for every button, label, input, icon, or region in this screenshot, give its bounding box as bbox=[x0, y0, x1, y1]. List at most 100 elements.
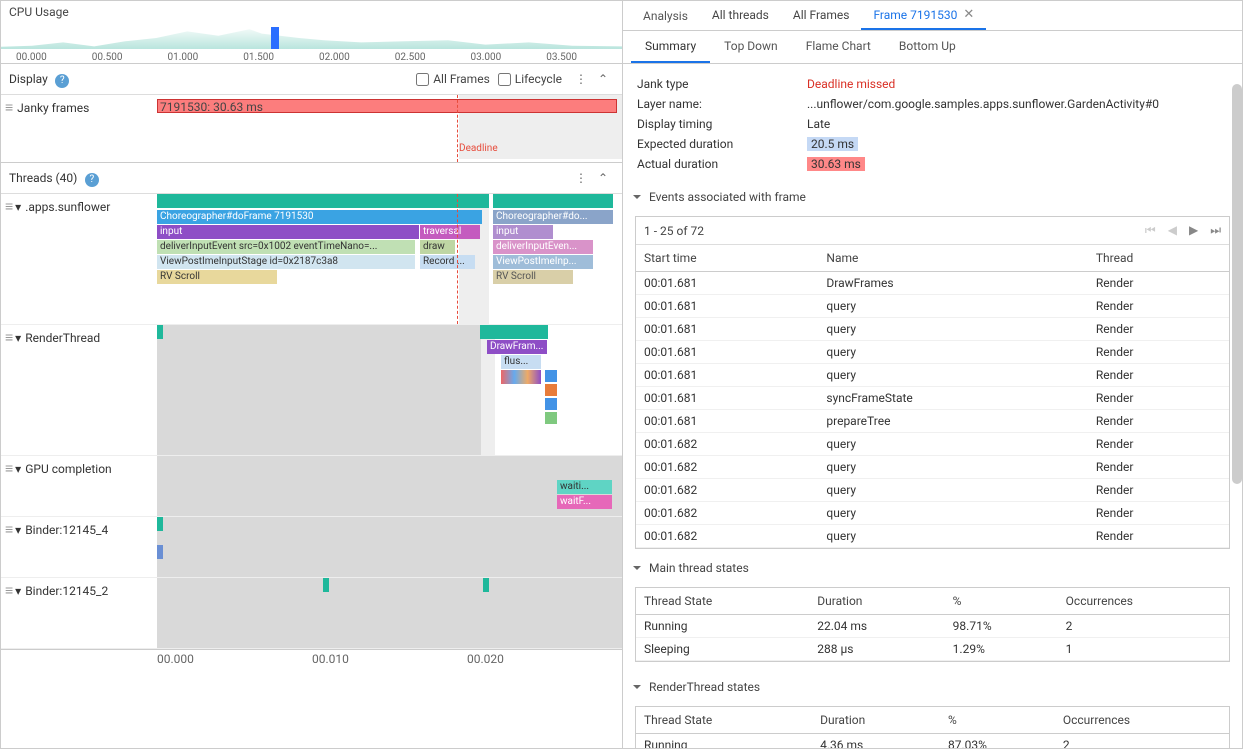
table-row[interactable]: Running22.04 ms98.71%2 bbox=[636, 615, 1229, 638]
table-row[interactable]: 00:01.681DrawFramesRender bbox=[636, 272, 1229, 295]
pager-first-icon[interactable]: ⏮ bbox=[1145, 223, 1156, 238]
lifecycle-checkbox-input[interactable] bbox=[498, 73, 511, 86]
trace-bar[interactable] bbox=[493, 194, 613, 208]
table-row[interactable]: 00:01.682queryRender bbox=[636, 525, 1229, 548]
janky-frame-bar[interactable]: 7191530: 30.63 ms bbox=[157, 99, 617, 113]
trace-bar[interactable] bbox=[157, 325, 163, 339]
table-row[interactable]: 00:01.681queryRender bbox=[636, 295, 1229, 318]
col-dur[interactable]: Duration bbox=[809, 588, 944, 615]
thread-chart-binder2[interactable] bbox=[157, 578, 622, 648]
pager-last-icon[interactable]: ⏭ bbox=[1210, 223, 1221, 238]
trace-traversal[interactable]: traversal bbox=[420, 225, 480, 239]
col-occ[interactable]: Occurrences bbox=[1058, 588, 1229, 615]
lifecycle-checkbox[interactable]: Lifecycle bbox=[498, 72, 562, 86]
trace-drawframe[interactable]: DrawFram... bbox=[487, 340, 547, 354]
cpu-selection-marker[interactable] bbox=[271, 27, 279, 49]
table-row[interactable]: 00:01.682queryRender bbox=[636, 479, 1229, 502]
trace-input[interactable]: input bbox=[157, 225, 419, 239]
main-states-caption[interactable]: Main thread states bbox=[623, 555, 1242, 581]
trace-bar[interactable] bbox=[157, 545, 163, 559]
trace-draw[interactable]: draw bbox=[420, 240, 455, 254]
render-states-caption[interactable]: RenderThread states bbox=[623, 674, 1242, 700]
more-icon[interactable]: ⋮ bbox=[570, 167, 592, 189]
pager-next-icon[interactable]: ▶ bbox=[1189, 223, 1198, 238]
drag-handle-icon[interactable]: ≡ bbox=[5, 101, 11, 115]
trace-bar[interactable] bbox=[545, 412, 557, 424]
thread-expand-icon[interactable]: ▾ bbox=[15, 200, 21, 214]
subtab-summary[interactable]: Summary bbox=[631, 31, 710, 63]
trace-input2[interactable]: input bbox=[493, 225, 553, 239]
trace-bar[interactable] bbox=[157, 517, 163, 531]
col-state[interactable]: Thread State bbox=[636, 707, 812, 734]
trace-bar[interactable] bbox=[323, 578, 329, 592]
col-pct[interactable]: % bbox=[940, 707, 1055, 734]
trace-choreographer[interactable]: Choreographer#doFrame 7191530 bbox=[157, 210, 482, 224]
janky-frames-chart[interactable]: 7191530: 30.63 ms Deadline bbox=[157, 95, 622, 162]
trace-waiti[interactable]: waiti... bbox=[557, 480, 612, 494]
events-col-thread[interactable]: Thread bbox=[1088, 245, 1229, 272]
events-col-name[interactable]: Name bbox=[818, 245, 1088, 272]
all-frames-checkbox[interactable]: All Frames bbox=[416, 72, 490, 86]
col-pct[interactable]: % bbox=[945, 588, 1058, 615]
cpu-usage-chart[interactable]: 00.000 00.500 01.000 01.500 02.000 02.50… bbox=[1, 27, 622, 63]
drag-handle-icon[interactable]: ≡ bbox=[5, 462, 11, 476]
table-row[interactable]: 00:01.681queryRender bbox=[636, 364, 1229, 387]
close-icon[interactable]: ✕ bbox=[963, 7, 974, 22]
trace-bar[interactable] bbox=[483, 578, 489, 592]
table-row[interactable]: 00:01.681prepareTreeRender bbox=[636, 410, 1229, 433]
all-frames-checkbox-input[interactable] bbox=[416, 73, 429, 86]
trace-deliverinput[interactable]: deliverInputEvent src=0x1002 eventTimeNa… bbox=[157, 240, 415, 254]
trace-deliverinput2[interactable]: deliverInputEven... bbox=[493, 240, 593, 254]
subtab-topdown[interactable]: Top Down bbox=[710, 31, 792, 63]
events-caption[interactable]: Events associated with frame bbox=[623, 184, 1242, 210]
drag-handle-icon[interactable]: ≡ bbox=[5, 200, 11, 214]
scrollbar-thumb[interactable] bbox=[1232, 84, 1242, 484]
trace-rvscroll2[interactable]: RV Scroll bbox=[493, 270, 573, 284]
more-icon[interactable]: ⋮ bbox=[570, 68, 592, 90]
drag-handle-icon[interactable]: ≡ bbox=[5, 523, 11, 537]
tab-frame[interactable]: Frame 7191530 ✕ bbox=[861, 1, 986, 30]
table-row[interactable]: 00:01.682queryRender bbox=[636, 502, 1229, 525]
tab-all-threads[interactable]: All threads bbox=[700, 2, 781, 30]
thread-chart-binder4[interactable] bbox=[157, 517, 622, 577]
collapse-icon[interactable]: ⌃ bbox=[592, 167, 614, 189]
help-icon[interactable]: ? bbox=[85, 173, 99, 187]
trace-rvscroll[interactable]: RV Scroll bbox=[157, 270, 277, 284]
trace-choreographer2[interactable]: Choreographer#do... bbox=[493, 210, 613, 224]
drag-handle-icon[interactable]: ≡ bbox=[5, 331, 11, 345]
help-icon[interactable]: ? bbox=[55, 74, 69, 88]
trace-bar[interactable] bbox=[545, 398, 557, 410]
trace-flush[interactable]: flus... bbox=[501, 355, 541, 369]
tab-all-frames[interactable]: All Frames bbox=[781, 2, 862, 30]
trace-bar[interactable] bbox=[545, 370, 557, 382]
trace-bar[interactable] bbox=[157, 194, 489, 208]
events-col-start[interactable]: Start time bbox=[636, 245, 818, 272]
table-row[interactable]: 00:01.681syncFrameStateRender bbox=[636, 387, 1229, 410]
trace-viewpost[interactable]: ViewPostImeInputStage id=0x2187c3a8 bbox=[157, 255, 415, 269]
subtab-bottomup[interactable]: Bottom Up bbox=[885, 31, 970, 63]
thread-chart-sunflower[interactable]: Choreographer#doFrame 7191530 Choreograp… bbox=[157, 194, 622, 324]
thread-expand-icon[interactable]: ▾ bbox=[15, 462, 21, 476]
table-row[interactable]: 00:01.682queryRender bbox=[636, 433, 1229, 456]
thread-expand-icon[interactable]: ▾ bbox=[15, 331, 21, 345]
thread-chart-gpu[interactable]: waiti... waitF... bbox=[157, 456, 622, 516]
table-row[interactable]: 00:01.681queryRender bbox=[636, 318, 1229, 341]
col-dur[interactable]: Duration bbox=[812, 707, 940, 734]
table-row[interactable]: 00:01.681queryRender bbox=[636, 341, 1229, 364]
trace-bar[interactable] bbox=[501, 370, 541, 384]
subtab-flame[interactable]: Flame Chart bbox=[792, 31, 885, 63]
col-state[interactable]: Thread State bbox=[636, 588, 809, 615]
trace-waitf[interactable]: waitF... bbox=[557, 495, 612, 509]
trace-record[interactable]: Record ... bbox=[420, 255, 475, 269]
thread-expand-icon[interactable]: ▾ bbox=[15, 584, 21, 598]
thread-chart-render[interactable]: DrawFram... flus... bbox=[157, 325, 622, 455]
thread-expand-icon[interactable]: ▾ bbox=[15, 523, 21, 537]
col-occ[interactable]: Occurrences bbox=[1055, 707, 1229, 734]
table-row[interactable]: 00:01.682queryRender bbox=[636, 456, 1229, 479]
trace-bar[interactable] bbox=[480, 325, 548, 339]
collapse-icon[interactable]: ⌃ bbox=[592, 68, 614, 90]
table-row[interactable]: Sleeping288 µs1.29%1 bbox=[636, 638, 1229, 661]
trace-viewpost2[interactable]: ViewPostImeInp... bbox=[493, 255, 593, 269]
drag-handle-icon[interactable]: ≡ bbox=[5, 584, 11, 598]
table-row[interactable]: Running4.36 ms87.03%2 bbox=[636, 734, 1229, 749]
